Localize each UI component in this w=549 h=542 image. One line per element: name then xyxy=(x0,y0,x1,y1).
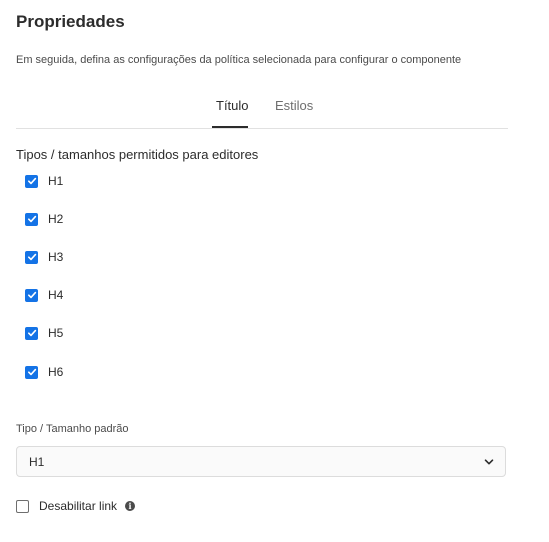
select-value: H1 xyxy=(29,455,45,469)
checkbox-label: H2 xyxy=(48,212,64,226)
disable-link-label: Desabilitar link xyxy=(39,499,118,513)
checkmark-icon xyxy=(25,250,38,264)
checkbox-h6[interactable]: H6 xyxy=(25,364,63,380)
panel-title: Propriedades xyxy=(16,12,125,31)
info-icon[interactable]: i xyxy=(125,501,136,511)
checkbox-h1[interactable]: H1 xyxy=(25,173,63,189)
checkmark-icon xyxy=(25,326,38,340)
checkmark-icon xyxy=(25,365,38,379)
checkbox-h2[interactable]: H2 xyxy=(25,211,63,227)
checkmark-icon xyxy=(25,174,38,188)
active-tab-indicator xyxy=(212,126,248,128)
disable-link-checkbox[interactable]: Desabilitar link i xyxy=(16,498,136,514)
checkbox-label: H5 xyxy=(48,326,64,340)
tab-bar: Título Estilos xyxy=(16,88,508,129)
allowed-types-label: Tipos / tamanhos permitidos para editore… xyxy=(16,147,259,162)
checkbox-label: H3 xyxy=(48,250,64,264)
tab-titulo[interactable]: Título xyxy=(216,98,249,113)
default-type-select[interactable]: H1 xyxy=(16,446,506,477)
chevron-down-icon xyxy=(484,459,494,465)
checkbox-label: H1 xyxy=(48,174,64,188)
checkbox-h3[interactable]: H3 xyxy=(25,249,63,265)
checkbox-h5[interactable]: H5 xyxy=(25,325,63,341)
tab-estilos[interactable]: Estilos xyxy=(275,98,313,113)
checkbox-h4[interactable]: H4 xyxy=(25,287,63,303)
default-type-label: Tipo / Tamanho padrão xyxy=(16,423,129,435)
checkbox-label: H4 xyxy=(48,288,64,302)
checkbox-label: H6 xyxy=(48,365,64,379)
checkmark-icon xyxy=(25,212,38,226)
checkbox-box xyxy=(16,499,29,513)
checkmark-icon xyxy=(25,288,38,302)
panel-description: Em seguida, defina as configurações da p… xyxy=(16,54,462,66)
